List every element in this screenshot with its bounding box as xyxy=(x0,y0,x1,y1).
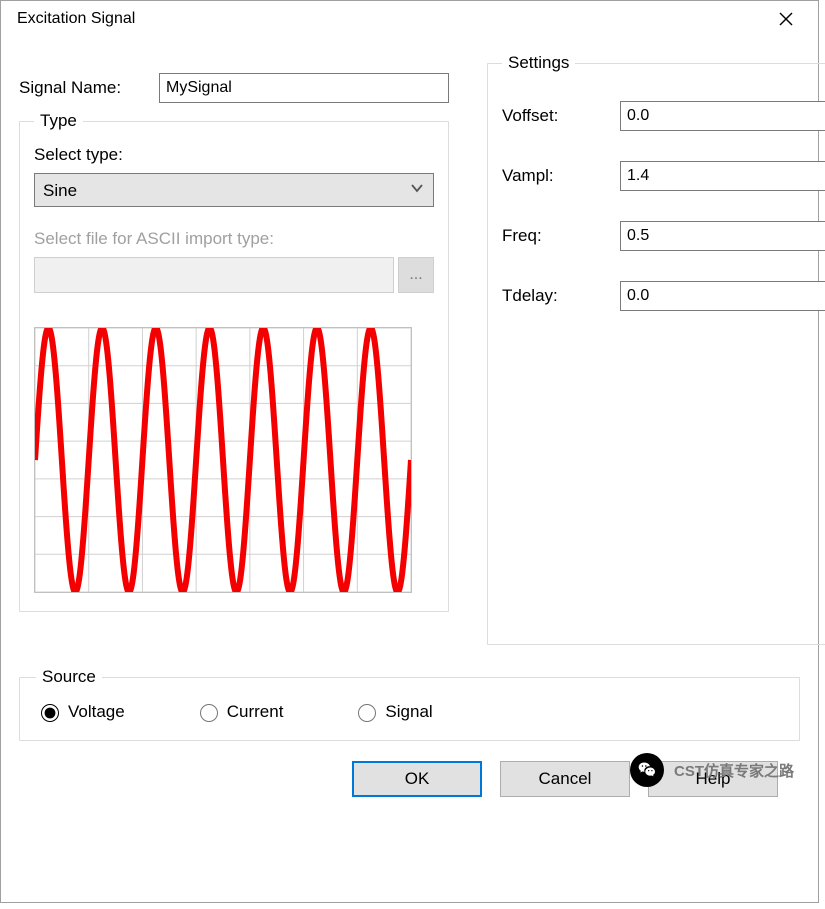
titlebar: Excitation Signal xyxy=(1,1,818,37)
dialog-excitation-signal: Excitation Signal Signal Name: Type Sele… xyxy=(0,0,819,903)
settings-fieldset: Settings Voffset: Vampl: Freq: Tdel xyxy=(487,53,825,645)
voltage-radio[interactable] xyxy=(41,704,59,722)
window-title: Excitation Signal xyxy=(17,10,135,28)
signal-radio[interactable] xyxy=(358,704,376,722)
watermark: CST仿真专家之路 xyxy=(630,753,794,787)
tdelay-input[interactable] xyxy=(620,281,825,311)
voffset-row: Voffset: xyxy=(502,101,825,131)
voltage-radio-label: Voltage xyxy=(68,702,125,722)
cancel-button[interactable]: Cancel xyxy=(500,761,630,797)
vampl-row: Vampl: xyxy=(502,161,825,191)
ok-button[interactable]: OK xyxy=(352,761,482,797)
type-select-wrap: Sine xyxy=(34,173,434,207)
signal-radio-label: Signal xyxy=(385,702,432,722)
signal-name-row: Signal Name: xyxy=(19,47,449,103)
vampl-label: Vampl: xyxy=(502,166,620,186)
source-option-signal[interactable]: Signal xyxy=(353,701,432,722)
ascii-file-input xyxy=(34,257,394,293)
ascii-import-label: Select file for ASCII import type: xyxy=(34,229,434,249)
tdelay-label: Tdelay: xyxy=(502,286,620,306)
close-icon xyxy=(779,12,793,26)
settings-legend: Settings xyxy=(502,53,575,73)
close-button[interactable] xyxy=(766,5,806,33)
vampl-input[interactable] xyxy=(620,161,825,191)
voffset-label: Voffset: xyxy=(502,106,620,126)
ascii-browse-button: ... xyxy=(398,257,434,293)
source-option-current[interactable]: Current xyxy=(195,701,284,722)
tdelay-row: Tdelay: xyxy=(502,281,825,311)
select-type-label: Select type: xyxy=(34,145,434,165)
freq-label: Freq: xyxy=(502,226,620,246)
voffset-input[interactable] xyxy=(620,101,825,131)
signal-preview-chart xyxy=(34,327,412,593)
current-radio[interactable] xyxy=(200,704,218,722)
source-option-voltage[interactable]: Voltage xyxy=(36,701,125,722)
freq-row: Freq: xyxy=(502,221,825,251)
signal-name-input[interactable] xyxy=(159,73,449,103)
current-radio-label: Current xyxy=(227,702,284,722)
source-legend: Source xyxy=(36,667,102,687)
signal-name-label: Signal Name: xyxy=(19,78,159,98)
type-legend: Type xyxy=(34,111,83,131)
type-select[interactable]: Sine xyxy=(34,173,434,207)
source-fieldset: Source Voltage Current Signal xyxy=(19,667,800,741)
type-fieldset: Type Select type: Sine Select file for A… xyxy=(19,111,449,612)
wechat-icon xyxy=(630,753,664,787)
watermark-text: CST仿真专家之路 xyxy=(674,760,794,781)
freq-input[interactable] xyxy=(620,221,825,251)
